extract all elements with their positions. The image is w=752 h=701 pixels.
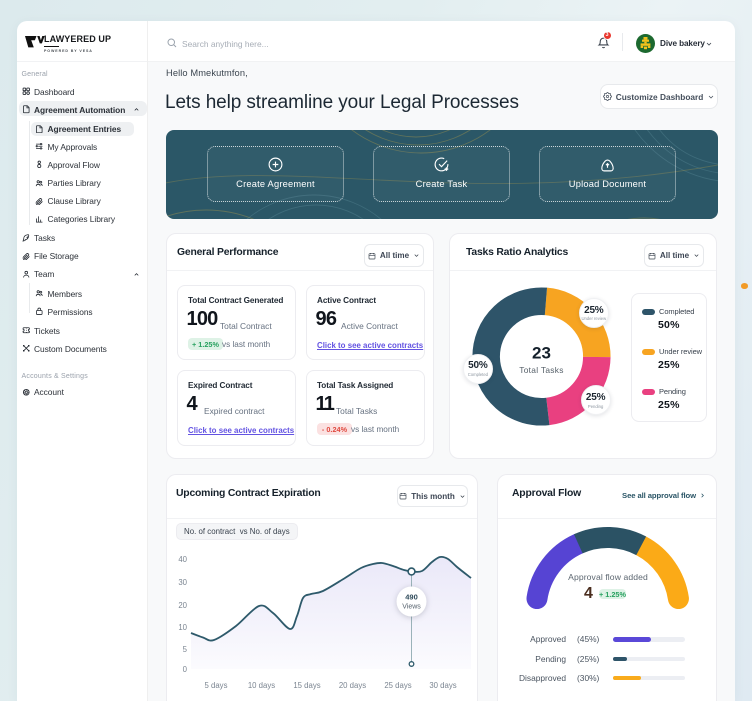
svg-text:490: 490 bbox=[405, 593, 418, 602]
svg-text:Views: Views bbox=[402, 604, 421, 611]
svg-text:Total Tasks: Total Tasks bbox=[519, 365, 564, 375]
svg-text:23: 23 bbox=[532, 344, 551, 363]
